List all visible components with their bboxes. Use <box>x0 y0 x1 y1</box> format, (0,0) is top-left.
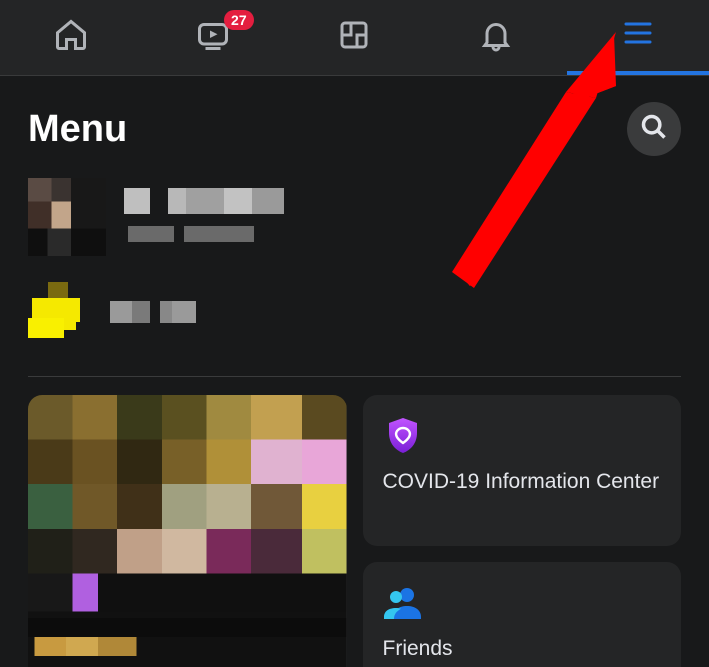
search-icon <box>640 113 668 146</box>
bell-icon <box>478 17 514 58</box>
shortcuts-grid: COVID-19 Information Center Friends <box>0 377 709 667</box>
shortcut-card-covid[interactable]: COVID-19 Information Center <box>363 395 682 546</box>
page-title: Menu <box>28 108 127 151</box>
card-label: COVID-19 Information Center <box>383 469 662 495</box>
shortcut-card-friends[interactable]: Friends <box>363 562 682 667</box>
page-avatar <box>28 282 92 346</box>
page-row[interactable] <box>28 278 681 350</box>
home-icon <box>53 17 89 58</box>
watch-badge: 27 <box>224 10 254 30</box>
nav-watch[interactable]: 27 <box>142 0 284 75</box>
card-label: Friends <box>383 636 662 662</box>
profile-section <box>0 174 709 362</box>
menu-header: Menu <box>0 76 709 174</box>
avatar <box>28 178 106 256</box>
hamburger-icon <box>620 15 656 56</box>
nav-home[interactable] <box>0 0 142 75</box>
gaming-icon <box>336 17 372 58</box>
profile-row[interactable] <box>28 174 681 260</box>
friends-icon <box>383 582 423 622</box>
page-name-redacted <box>110 299 220 330</box>
nav-menu[interactable] <box>567 0 709 75</box>
nav-notifications[interactable] <box>425 0 567 75</box>
profile-name-redacted <box>124 184 344 251</box>
covid-shield-icon <box>383 415 423 455</box>
top-nav-bar: 27 <box>0 0 709 76</box>
shortcut-card-redacted[interactable] <box>28 395 347 667</box>
redacted-image <box>28 395 347 667</box>
search-button[interactable] <box>627 102 681 156</box>
nav-gaming[interactable] <box>284 0 426 75</box>
